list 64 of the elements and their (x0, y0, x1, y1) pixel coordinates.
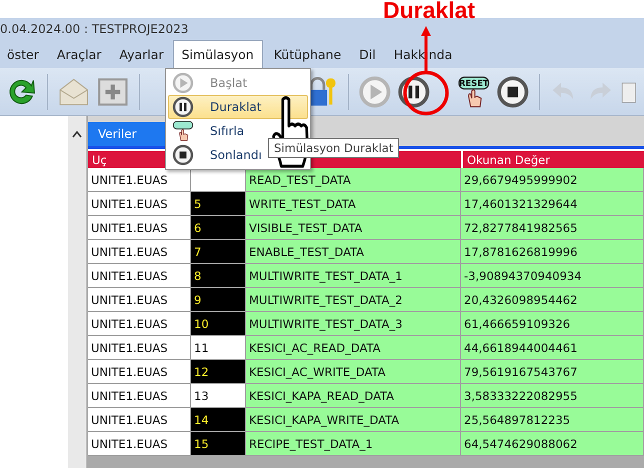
table-cell: 17,4601321329644 (461, 192, 644, 216)
table-cell: READ_TEST_DATA (246, 168, 461, 192)
column-header: Okunan Değer (461, 151, 644, 168)
table-cell: 61,466659109326 (461, 312, 644, 336)
table-cell: 72,8277841982565 (461, 216, 644, 240)
table-cell: 15 (191, 432, 246, 456)
table-cell: 11 (191, 336, 246, 360)
menu-option[interactable]: Duraklat (168, 95, 308, 119)
table-cell: UNITE1.EUAS (88, 408, 191, 432)
table-cell: 10 (191, 312, 246, 336)
table-cell: UNITE1.EUAS (88, 264, 191, 288)
table-cell: 5 (191, 192, 246, 216)
table-cell: KESICI_KAPA_WRITE_DATA (246, 408, 461, 432)
window-title: 0.04.2024.00 : TESTPROJE2023 (0, 22, 188, 36)
table-cell: RECIPE_TEST_DATA_1 (246, 432, 461, 456)
table-cell: UNITE1.EUAS (88, 336, 191, 360)
table-cell: ENABLE_TEST_DATA (246, 240, 461, 264)
table-cell: 8 (191, 264, 246, 288)
stop-icon[interactable] (496, 74, 530, 108)
menu-item[interactable]: Dil (350, 40, 385, 68)
table-cell: KESICI_AC_READ_DATA (246, 336, 461, 360)
table-cell: 9 (191, 288, 246, 312)
table-cell: 29,6679495999902 (461, 168, 644, 192)
table-cell: UNITE1.EUAS (88, 312, 191, 336)
table-cell: UNITE1.EUAS (88, 432, 191, 456)
table-cell: -3,90894370940934 (461, 264, 644, 288)
play-icon (172, 72, 194, 94)
table-cell: WRITE_TEST_DATA (246, 192, 461, 216)
table-cell: 79,5619167543767 (461, 360, 644, 384)
menu-item[interactable]: öster (0, 40, 48, 68)
table-cell: KESICI_KAPA_READ_DATA (246, 384, 461, 408)
menu-item[interactable]: Simülasyon (172, 40, 263, 68)
scroll-up-icon[interactable] (72, 130, 82, 138)
table-cell: UNITE1.EUAS (88, 384, 191, 408)
table-cell: UNITE1.EUAS (88, 240, 191, 264)
table-cell: UNITE1.EUAS (88, 216, 191, 240)
annotation-label: Duraklat (383, 0, 476, 24)
table-cell: 25,564897812235 (461, 408, 644, 432)
pause-icon (172, 96, 194, 118)
tooltip: Simülasyon Duraklat (268, 138, 400, 158)
table-cell: 20,4326098954462 (461, 288, 644, 312)
table-cell: UNITE1.EUAS (88, 288, 191, 312)
table-cell: 6 (191, 216, 246, 240)
table-cell: 12 (191, 360, 246, 384)
table-cell: 17,8781626819996 (461, 240, 644, 264)
table-cell: 44,6618944004461 (461, 336, 644, 360)
table-cell: KESICI_AC_WRITE_DATA (246, 360, 461, 384)
table-cell: MULTIWRITE_TEST_DATA_2 (246, 288, 461, 312)
menu-item[interactable]: Ayarlar (110, 40, 173, 68)
table-cell: 13 (191, 384, 246, 408)
menu-item[interactable]: Araçlar (48, 40, 110, 68)
stop-icon (172, 144, 194, 166)
table-cell: UNITE1.EUAS (88, 168, 191, 192)
table-cell: UNITE1.EUAS (88, 192, 191, 216)
table-cell: 7 (191, 240, 246, 264)
table-cell: 14 (191, 408, 246, 432)
table-cell: 3,58333222082955 (461, 384, 644, 408)
table-cell: VISIBLE_TEST_DATA (246, 216, 461, 240)
table-cell: 64,5474629088062 (461, 432, 644, 456)
table-cell: MULTIWRITE_TEST_DATA_3 (246, 312, 461, 336)
table-cell: MULTIWRITE_TEST_DATA_1 (246, 264, 461, 288)
reset-hand-icon[interactable] (172, 120, 194, 142)
menu-item[interactable]: Kütüphane (264, 40, 350, 68)
table-cell: UNITE1.EUAS (88, 360, 191, 384)
